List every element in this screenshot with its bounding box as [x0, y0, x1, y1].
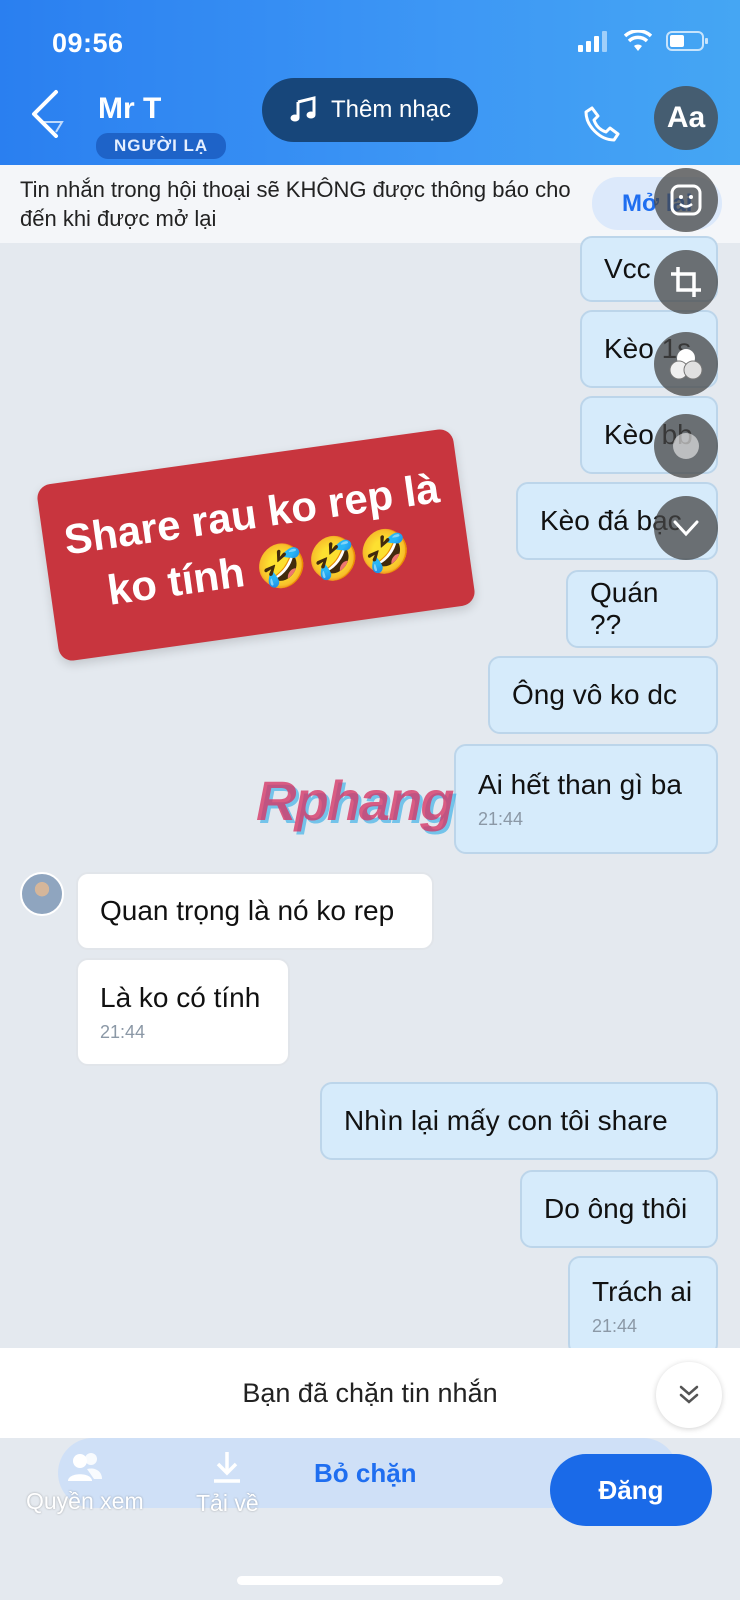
scroll-down-button[interactable] [656, 1362, 722, 1428]
stranger-badge: NGƯỜI LẠ [96, 133, 227, 159]
message-bubble[interactable]: Quan trọng là nó ko rep [76, 872, 434, 950]
chat-header: 09:56 Mr T NGƯỜI LẠ Thêm nhạc [0, 0, 740, 165]
sticker-icon [670, 184, 702, 216]
message-bubble[interactable]: Quán ?? [566, 570, 718, 648]
download-button[interactable]: Tải về [196, 1450, 259, 1517]
call-button[interactable] [582, 104, 622, 149]
text-tool-button[interactable]: Aa [654, 86, 718, 150]
unblock-button[interactable]: Bỏ chặn [314, 1458, 417, 1489]
message-bubble[interactable]: Trách ai 21:44 [568, 1256, 718, 1356]
message-time: 21:44 [100, 1021, 146, 1042]
battery-icon [666, 31, 708, 51]
crop-tool-button[interactable] [654, 250, 718, 314]
back-button[interactable] [26, 88, 72, 138]
home-indicator [237, 1576, 503, 1585]
double-chevron-down-icon [679, 1385, 699, 1404]
bottom-bar: Bỏ chặn Quyền xem Tải về Đăng [0, 1438, 740, 1600]
blur-icon [673, 433, 699, 459]
music-note-icon [290, 96, 316, 122]
message-bubble[interactable]: Ai hết than gì ba 21:44 [454, 744, 718, 854]
message-time: 21:44 [478, 808, 524, 829]
wifi-icon [624, 30, 652, 51]
download-icon [214, 1452, 241, 1483]
status-icons [578, 30, 710, 52]
phone-icon [584, 106, 620, 142]
crop-icon [671, 267, 701, 297]
message-text: Do ông thôi [544, 1193, 688, 1224]
filter-circles-icon [669, 349, 703, 380]
back-arrow-icon [32, 90, 64, 138]
message-bubble[interactable]: Do ông thôi [520, 1170, 718, 1248]
status-time: 09:56 [52, 28, 124, 58]
privacy-label: Quyền xem [26, 1488, 144, 1514]
privacy-button[interactable]: Quyền xem [26, 1452, 144, 1515]
post-button[interactable]: Đăng [550, 1454, 712, 1526]
message-text: Quán ?? [590, 577, 659, 640]
watermark-logo: Rphang [256, 769, 454, 832]
story-tools: Aa [654, 86, 718, 560]
message-bubble[interactable]: Ông vô ko dc [488, 656, 718, 734]
muted-notice: Tin nhắn trong hội thoại sẽ KHÔNG được t… [0, 165, 740, 243]
add-music-label: Thêm nhạc [330, 96, 452, 123]
sticker-tool-button[interactable] [654, 168, 718, 232]
message-text: Quan trọng là nó ko rep [100, 895, 395, 926]
chevron-down-icon [673, 520, 699, 537]
message-text: Ông vô ko dc [512, 679, 677, 710]
message-time: 21:44 [592, 1315, 638, 1336]
people-icon [67, 1453, 102, 1481]
muted-notice-text: Tin nhắn trong hội thoại sẽ KHÔNG được t… [20, 177, 571, 231]
collapse-tools-button[interactable] [654, 496, 718, 560]
message-bubble[interactable]: Nhìn lại mấy con tôi share [320, 1082, 718, 1160]
contact-name[interactable]: Mr T [98, 92, 161, 126]
blocked-panel: Bạn đã chặn tin nhắn [0, 1348, 740, 1438]
message-text: Ai hết than gì ba [478, 768, 682, 800]
contact-avatar[interactable] [20, 872, 64, 916]
signal-icon [578, 31, 607, 52]
blur-tool-button[interactable] [654, 414, 718, 478]
download-label: Tải về [196, 1490, 259, 1516]
filter-tool-button[interactable] [654, 332, 718, 396]
message-text: Là ko có tính [100, 981, 261, 1013]
blocked-text: Bạn đã chặn tin nhắn [242, 1377, 498, 1408]
message-text: Trách ai [592, 1275, 693, 1307]
message-bubble[interactable]: Là ko có tính 21:44 [76, 958, 290, 1066]
add-music-button[interactable]: Thêm nhạc [262, 78, 478, 142]
text-sticker[interactable]: Share rau ko rep là ko tính 🤣🤣🤣 [35, 427, 477, 663]
message-text: Nhìn lại mấy con tôi share [344, 1105, 668, 1136]
